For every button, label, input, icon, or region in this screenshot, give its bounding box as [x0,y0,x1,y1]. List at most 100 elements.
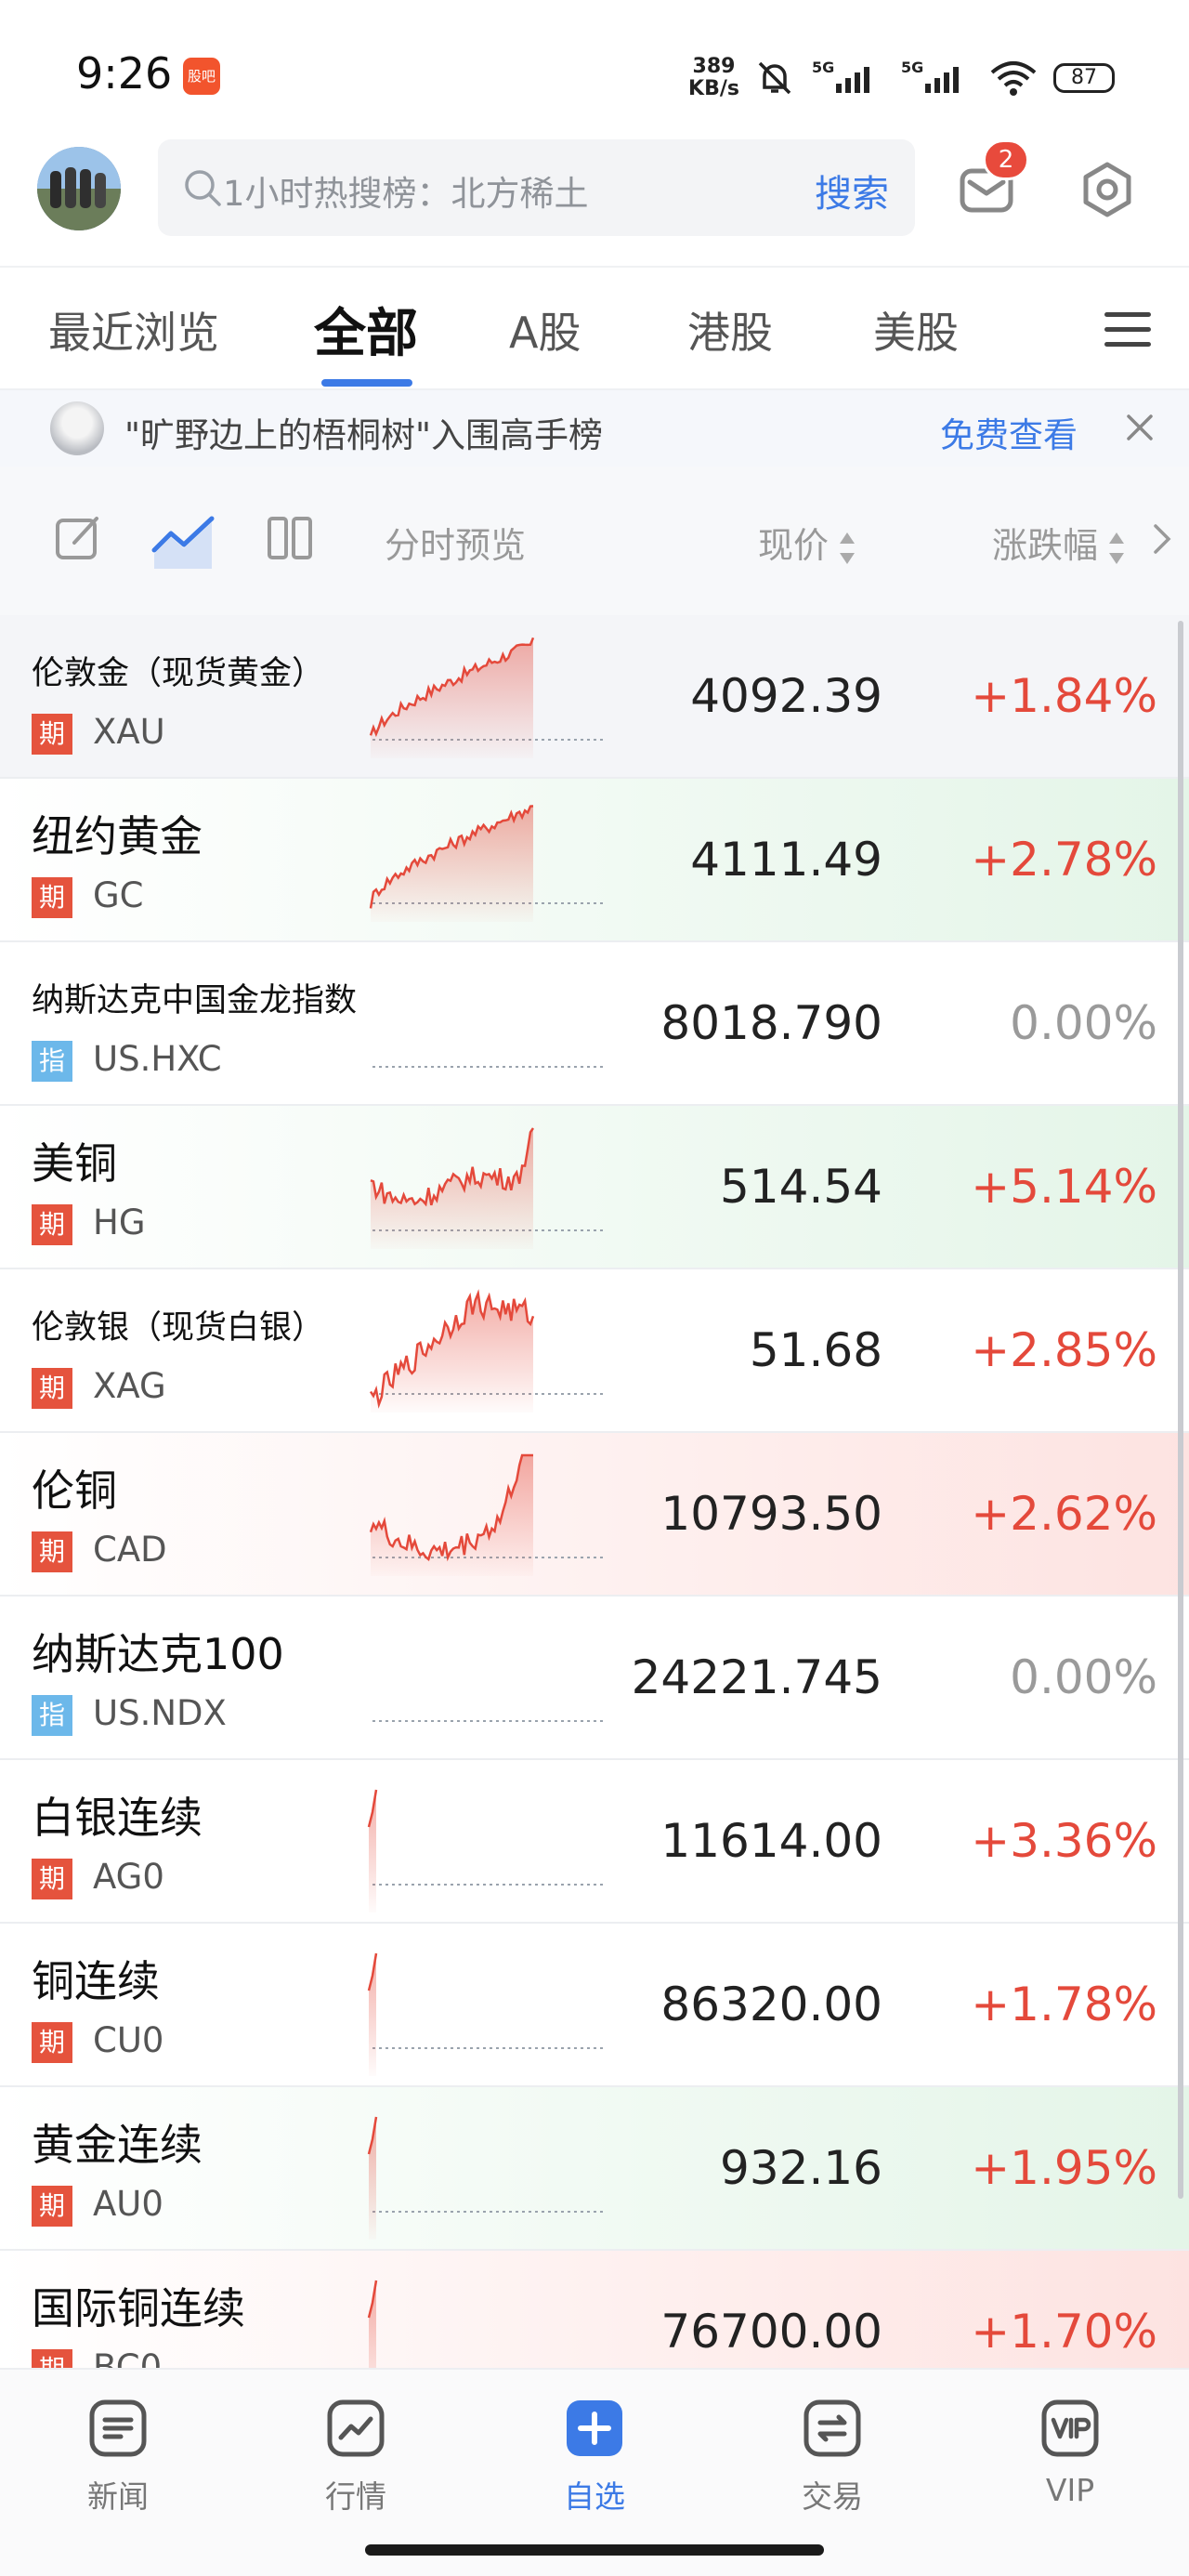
intraday-sparkline [370,1127,604,1249]
watchlist-row[interactable]: 美铜 期 HG 514.54 +5.14% [0,1106,1189,1269]
instrument-code: AU0 [93,2184,163,2224]
signal-2-label: 5G [901,59,923,76]
vip-icon [1041,2399,1099,2457]
instrument-code: AG0 [93,1857,164,1897]
futures-tag: 期 [32,714,72,755]
tab-overflow-fade [1031,286,1096,370]
instrument-name: 美铜 [32,1138,117,1189]
instrument-code: XAG [93,1366,166,1406]
wifi-icon [990,61,1037,96]
watchlist-icon [567,2400,622,2456]
instrument-name: 黄金连续 [32,2120,203,2170]
last-price: 4092.39 [690,669,882,723]
tab-all[interactable]: 全部 [314,292,418,367]
trend-chart-icon[interactable] [150,513,217,572]
change-percent: +1.84% [971,669,1157,723]
search-input[interactable]: 1小时热搜榜：北方稀土 [223,165,589,216]
instrument-name: 伦铜 [32,1465,117,1516]
change-percent: +5.14% [971,1160,1157,1214]
user-avatar[interactable] [37,147,121,230]
search-button[interactable]: 搜索 [815,164,889,217]
change-percent: +1.78% [971,1978,1157,2031]
tab-hk[interactable]: 港股 [687,299,773,361]
settings-button[interactable] [1078,160,1137,219]
futures-tag: 期 [32,1204,72,1245]
news-icon [89,2399,147,2457]
list-scrollbar[interactable] [1178,621,1183,2199]
free-view-link[interactable]: 免费查看 [940,407,1078,457]
instrument-name: 白银连续 [32,1793,203,1843]
watchlist-row[interactable]: 纳斯达克中国金龙指数 指 US.HXC 8018.790 0.00% [0,942,1189,1106]
last-price: 932.16 [720,2141,882,2195]
instrument-code: US.HXC [93,1039,222,1079]
search-bar[interactable]: 1小时热搜榜：北方稀土 搜索 [158,139,915,236]
trade-icon [804,2399,861,2457]
nav-news[interactable]: 新闻 [53,2398,183,2517]
tab-a-share[interactable]: A股 [509,299,581,361]
nav-label: 新闻 [87,2478,149,2515]
watchlist-row[interactable]: 伦敦银（现货白银） 期 XAG 51.68 +2.85% [0,1269,1189,1433]
change-percent: +2.78% [971,833,1157,887]
watchlist-row[interactable]: 伦铜 期 CAD 10793.50 +2.62% [0,1433,1189,1597]
change-percent: +2.62% [971,1487,1157,1541]
category-tabs: 最近浏览 全部 A股 港股 美股 [0,266,1189,390]
net-speed-unit: KB/s [688,77,739,100]
intraday-sparkline [372,1066,604,1068]
nav-vip[interactable]: VIP [1005,2398,1135,2508]
watchlist-row[interactable]: 白银连续 期 AG0 11614.00 +3.36% [0,1760,1189,1924]
net-speed: 389 KB/s [688,56,739,100]
watchlist-row[interactable]: 铜连续 期 CU0 86320.00 +1.78% [0,1924,1189,2087]
nav-label: 自选 [564,2478,625,2515]
menu-icon[interactable] [1101,307,1155,353]
instrument-code: GC [93,875,144,915]
change-percent: +2.85% [971,1323,1157,1377]
active-tab-indicator [321,379,412,387]
close-icon[interactable] [1121,409,1158,446]
home-indicator [365,2544,824,2556]
instrument-name: 伦敦金（现货黄金） [32,655,325,692]
futures-tag: 期 [32,2186,72,2227]
watchlist-row[interactable]: 纽约黄金 期 GC 4111.49 +2.78% [0,779,1189,942]
gear-icon [1083,162,1131,217]
mute-bell-icon [758,61,791,95]
status-bar: 9:26 股吧 389 KB/s 5G 5G 87 [0,0,1189,139]
sort-icon [1109,532,1125,564]
last-price: 86320.00 [660,1978,882,2031]
nav-market[interactable]: 行情 [291,2398,421,2517]
tab-us[interactable]: 美股 [873,299,959,361]
last-price: 10793.50 [660,1487,882,1541]
chevron-right-icon[interactable] [1152,522,1172,556]
price-sort-header[interactable]: 现价 [758,517,856,568]
change-sort-header[interactable]: 涨跌幅 [992,517,1126,568]
list-header: 分时预览 现价 涨跌幅 [0,467,1189,615]
nav-label: 交易 [802,2478,863,2515]
watchlist-row[interactable]: 黄金连续 期 AU0 932.16 +1.95% [0,2087,1189,2251]
sparkline-area [371,1128,533,1249]
intraday-sparkline [369,805,604,922]
columns-icon[interactable] [266,513,316,563]
instrument-code: XAU [93,712,165,752]
intraday-sparkline [367,1952,604,2076]
sparkline-area [371,1455,533,1576]
watchlist-row[interactable]: 纳斯达克100 指 US.NDX 24221.745 0.00% [0,1597,1189,1760]
tab-recent[interactable]: 最近浏览 [48,299,219,361]
watchlist-row[interactable]: 伦敦金（现货黄金） 期 XAU 4092.39 +1.84% [0,615,1189,779]
instrument-code: US.NDX [93,1693,227,1733]
nav-label: 行情 [325,2478,386,2515]
intraday-sparkline [369,637,604,758]
futures-tag: 期 [32,1859,72,1899]
signal-icon: 5G [812,59,869,93]
price-header-label: 现价 [758,525,830,566]
app-notification-icon: 股吧 [183,58,220,95]
index-tag: 指 [32,1695,72,1736]
instrument-code: CAD [93,1530,167,1570]
battery-icon: 87 [1053,63,1115,93]
sparkline-area [371,806,533,922]
instrument-name: 纳斯达克100 [32,1629,284,1679]
nav-trade[interactable]: 交易 [767,2398,897,2517]
search-icon [185,170,221,206]
nav-watchlist[interactable]: 自选 [529,2398,660,2517]
index-tag: 指 [32,1041,72,1082]
edit-icon[interactable] [54,513,104,563]
watchlist-row[interactable]: 国际铜连续 期 BC0 76700.00 +1.70% [0,2251,1189,2368]
